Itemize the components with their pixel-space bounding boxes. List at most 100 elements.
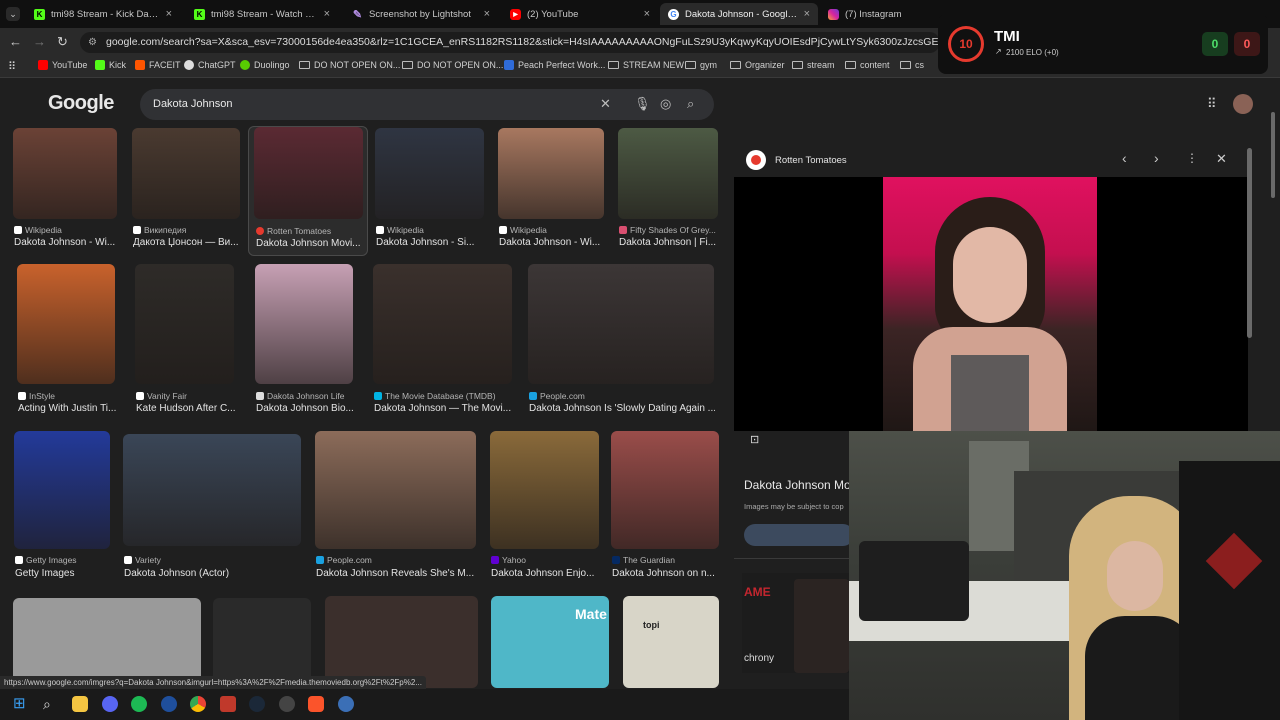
close-icon[interactable]: ✕ bbox=[1216, 151, 1227, 167]
duolingo-icon bbox=[240, 60, 250, 70]
apps-grid-icon[interactable]: ⠿ bbox=[8, 60, 16, 73]
site-info-icon[interactable]: ⚙ bbox=[88, 32, 97, 53]
bookmark-folder[interactable]: DO NOT OPEN ON... bbox=[402, 60, 503, 70]
tab-search-button[interactable]: ⌄ bbox=[6, 7, 20, 21]
image-result[interactable]: The Guardian Dakota Johnson on n... bbox=[611, 431, 719, 581]
clear-icon[interactable]: ✕ bbox=[600, 96, 611, 112]
lens-icon[interactable]: ◎ bbox=[660, 96, 671, 112]
bookmark-folder[interactable]: DO NOT OPEN ON... bbox=[299, 60, 400, 70]
image-result-selected[interactable]: Rotten Tomatoes Dakota Johnson Movi... bbox=[248, 126, 368, 256]
result-caption[interactable]: Getty Images bbox=[15, 568, 111, 579]
app-icon[interactable] bbox=[161, 696, 177, 712]
image-result[interactable]: Vanity Fair Kate Hudson After C... bbox=[135, 264, 235, 416]
steam-icon[interactable] bbox=[249, 696, 265, 712]
image-result[interactable]: People.com Dakota Johnson Is 'Slowly Dat… bbox=[528, 264, 715, 416]
apps-grid-icon[interactable]: ⠿ bbox=[1207, 96, 1217, 112]
panel-title[interactable]: Dakota Johnson Mo bbox=[744, 478, 851, 492]
reload-icon[interactable]: ↻ bbox=[57, 34, 68, 50]
avatar[interactable] bbox=[1233, 94, 1253, 114]
bookmark-duolingo[interactable]: Duolingo bbox=[240, 60, 290, 70]
close-icon[interactable]: × bbox=[166, 8, 172, 20]
image-result[interactable]: Fifty Shades Of Grey... Dakota Johnson |… bbox=[618, 128, 718, 253]
bookmark-folder[interactable]: STREAM NEW bbox=[608, 60, 684, 70]
image-result[interactable]: The Movie Database (TMDB) Dakota Johnson… bbox=[373, 264, 512, 416]
result-caption[interactable]: Дакота Џонсон — Ви... bbox=[133, 237, 241, 248]
obs-icon[interactable] bbox=[279, 696, 295, 712]
result-caption[interactable]: Dakota Johnson - Wi... bbox=[499, 237, 605, 248]
related-image[interactable]: AME chrony bbox=[742, 573, 849, 673]
bookmark-chatgpt[interactable]: ChatGPT bbox=[184, 60, 236, 70]
google-logo[interactable]: Google bbox=[48, 92, 114, 115]
result-caption[interactable]: Kate Hudson After C... bbox=[136, 403, 235, 414]
image-result[interactable]: Wikipedia Dakota Johnson - Wi... bbox=[498, 128, 604, 253]
result-caption[interactable]: Dakota Johnson | Fi... bbox=[619, 237, 719, 248]
tab-instagram[interactable]: (7) Instagram bbox=[820, 3, 940, 25]
close-icon[interactable]: × bbox=[324, 8, 330, 20]
close-icon[interactable]: × bbox=[644, 8, 650, 20]
tab-kick-watch[interactable]: K tmi98 Stream - Watch Live on Kick × bbox=[186, 3, 338, 25]
back-icon[interactable]: ← bbox=[9, 34, 22, 49]
image-result[interactable]: topi bbox=[623, 596, 719, 688]
discord-icon[interactable] bbox=[102, 696, 118, 712]
result-caption[interactable]: Acting With Justin Ti... bbox=[18, 403, 116, 414]
image-result[interactable]: Yahoo Dakota Johnson Enjo... bbox=[490, 431, 599, 581]
panel-preview-image[interactable] bbox=[734, 177, 1248, 431]
bookmark-faceit[interactable]: FACEIT bbox=[135, 60, 181, 70]
result-caption[interactable]: Dakota Johnson Reveals She's M... bbox=[316, 568, 477, 579]
image-result[interactable]: People.com Dakota Johnson Reveals She's … bbox=[315, 431, 476, 581]
bookmark-peach[interactable]: Peach Perfect Work... bbox=[504, 60, 605, 70]
tab-lightshot[interactable]: ✎ Screenshot by Lightshot × bbox=[344, 3, 498, 25]
bookmark-folder[interactable]: Organizer bbox=[730, 60, 785, 70]
image-result[interactable]: Variety Dakota Johnson (Actor) bbox=[123, 434, 301, 581]
image-result[interactable]: Wikipedia Dakota Johnson - Wi... bbox=[13, 128, 117, 253]
chrome-icon[interactable] bbox=[190, 696, 206, 712]
settings-icon[interactable] bbox=[338, 696, 354, 712]
image-result[interactable]: Getty Images Getty Images bbox=[14, 431, 110, 581]
result-caption[interactable]: Dakota Johnson (Actor) bbox=[124, 568, 302, 579]
image-result[interactable]: Dakota Johnson Life Dakota Johnson Bio..… bbox=[255, 264, 354, 416]
search-icon[interactable]: ⌕ bbox=[43, 696, 59, 712]
spotify-icon[interactable] bbox=[131, 696, 147, 712]
bookmark-folder[interactable]: gym bbox=[685, 60, 717, 70]
bookmark-kick[interactable]: Kick bbox=[95, 60, 126, 70]
search-icon[interactable]: ⌕ bbox=[687, 96, 694, 112]
microphone-icon[interactable]: 🎙︎ bbox=[634, 96, 651, 112]
bookmark-youtube[interactable]: YouTube bbox=[38, 60, 87, 70]
faceit-anticheat-icon[interactable] bbox=[220, 696, 236, 712]
close-icon[interactable]: × bbox=[804, 8, 810, 20]
tab-kick-dashboard[interactable]: K tmi98 Stream - Kick Dashboard × bbox=[26, 3, 180, 25]
image-result[interactable]: Википедия Дакота Џонсон — Ви... bbox=[132, 128, 240, 253]
address-bar[interactable]: ⚙ google.com/search?sa=X&sca_esv=7300015… bbox=[80, 32, 940, 53]
more-options-icon[interactable]: ⋮ bbox=[1186, 151, 1198, 165]
image-result[interactable]: Wikipedia Dakota Johnson - Si... bbox=[375, 128, 484, 253]
forward-icon[interactable]: → bbox=[33, 34, 46, 49]
image-result[interactable]: Mate bbox=[491, 596, 609, 688]
windows-start-icon[interactable]: ⊞ bbox=[13, 696, 29, 712]
result-caption[interactable]: Dakota Johnson - Wi... bbox=[14, 237, 118, 248]
bookmark-folder[interactable]: content bbox=[845, 60, 890, 70]
result-caption[interactable]: Dakota Johnson — The Movi... bbox=[374, 403, 513, 414]
file-explorer-icon[interactable] bbox=[72, 696, 88, 712]
result-caption[interactable]: Dakota Johnson Movi... bbox=[256, 238, 364, 249]
image-result[interactable]: InStyle Acting With Justin Ti... bbox=[17, 264, 116, 416]
result-caption[interactable]: Dakota Johnson Enjo... bbox=[491, 568, 600, 579]
image-result[interactable] bbox=[13, 598, 201, 688]
result-caption[interactable]: Dakota Johnson Is 'Slowly Dating Again .… bbox=[529, 403, 715, 414]
bookmark-folder[interactable]: cs bbox=[900, 60, 924, 70]
close-icon[interactable]: × bbox=[484, 8, 490, 20]
chevron-left-icon[interactable]: ‹ bbox=[1122, 150, 1127, 166]
result-caption[interactable]: Dakota Johnson on n... bbox=[612, 568, 720, 579]
image-result[interactable] bbox=[213, 598, 311, 688]
lens-icon[interactable]: ⊡ bbox=[750, 433, 759, 446]
bookmark-folder[interactable]: stream bbox=[792, 60, 835, 70]
tab-google-search[interactable]: G Dakota Johnson - Google Search × bbox=[660, 3, 818, 25]
brave-icon[interactable] bbox=[308, 696, 324, 712]
tab-youtube[interactable]: ▶ (2) YouTube × bbox=[502, 3, 658, 25]
result-caption[interactable]: Dakota Johnson Bio... bbox=[256, 403, 354, 414]
panel-source-label[interactable]: Rotten Tomatoes bbox=[775, 155, 847, 166]
result-caption[interactable]: Dakota Johnson - Si... bbox=[376, 237, 485, 248]
image-result[interactable] bbox=[325, 596, 478, 688]
visit-button[interactable] bbox=[744, 524, 854, 546]
search-input[interactable]: Dakota Johnson ✕ 🎙︎ ◎ ⌕ bbox=[140, 89, 714, 120]
chevron-right-icon[interactable]: › bbox=[1154, 150, 1159, 166]
